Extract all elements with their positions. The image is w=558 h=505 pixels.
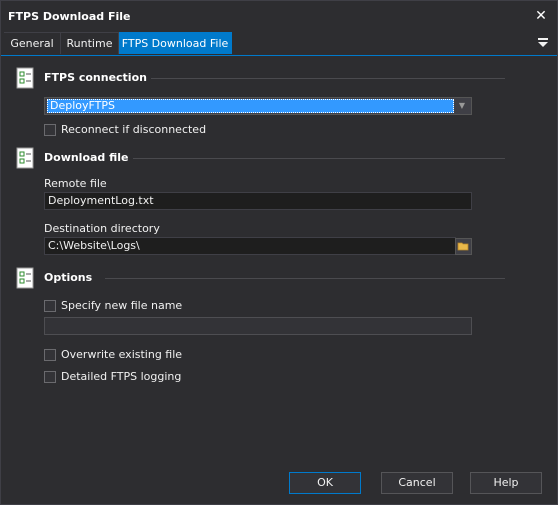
remote-file-label: Remote file bbox=[44, 177, 107, 190]
overwrite-checkbox[interactable] bbox=[44, 349, 56, 361]
section-divider bbox=[133, 158, 505, 159]
tab-bar: General Runtime FTPS Download File bbox=[1, 31, 557, 56]
chevron-down-icon[interactable]: ▼ bbox=[456, 100, 468, 112]
specify-new-name-checkbox[interactable] bbox=[44, 300, 56, 312]
ok-button[interactable]: OK bbox=[289, 472, 361, 494]
title-bar[interactable]: FTPS Download File ✕ bbox=[1, 1, 557, 31]
dialog-window: FTPS Download File ✕ General Runtime FTP… bbox=[0, 0, 558, 505]
specify-new-name-checkbox-row[interactable]: Specify new file name bbox=[44, 299, 184, 314]
hamburger-dropdown-icon bbox=[538, 38, 548, 47]
section-title-ftps-connection: FTPS connection bbox=[44, 71, 147, 84]
section-divider bbox=[105, 278, 505, 279]
cancel-button[interactable]: Cancel bbox=[381, 472, 453, 494]
folder-icon bbox=[457, 242, 469, 251]
specify-new-name-label: Specify new file name bbox=[61, 299, 183, 312]
detailed-logging-checkbox[interactable] bbox=[44, 371, 56, 383]
reconnect-checkbox[interactable] bbox=[44, 124, 56, 136]
tab-runtime[interactable]: Runtime bbox=[61, 32, 119, 54]
detailed-logging-checkbox-row[interactable]: Detailed FTPS logging bbox=[44, 370, 184, 385]
section-title-options: Options bbox=[44, 271, 93, 284]
destination-directory-label: Destination directory bbox=[44, 222, 160, 235]
section-title-download-file: Download file bbox=[44, 151, 129, 164]
detailed-logging-label: Detailed FTPS logging bbox=[61, 370, 182, 383]
tab-menu-button[interactable] bbox=[537, 35, 549, 49]
overwrite-label: Overwrite existing file bbox=[61, 348, 183, 361]
checklist-icon bbox=[16, 267, 36, 291]
help-button[interactable]: Help bbox=[470, 472, 542, 494]
tab-general[interactable]: General bbox=[4, 32, 61, 54]
remote-file-input[interactable]: DeploymentLog.txt bbox=[44, 192, 472, 210]
close-icon: ✕ bbox=[535, 8, 547, 24]
tab-ftps-download-file[interactable]: FTPS Download File bbox=[119, 32, 232, 54]
overwrite-checkbox-row[interactable]: Overwrite existing file bbox=[44, 348, 184, 363]
checklist-icon bbox=[16, 147, 36, 171]
checklist-icon bbox=[16, 67, 36, 91]
window-title: FTPS Download File bbox=[8, 10, 131, 23]
new-file-name-input[interactable] bbox=[44, 317, 472, 335]
connection-dropdown-value: DeployFTPS bbox=[47, 99, 454, 113]
reconnect-checkbox-row[interactable]: Reconnect if disconnected bbox=[44, 123, 207, 138]
reconnect-label: Reconnect if disconnected bbox=[61, 123, 207, 136]
close-button[interactable]: ✕ bbox=[533, 8, 549, 24]
connection-dropdown[interactable]: DeployFTPS ▼ bbox=[44, 97, 472, 115]
section-divider bbox=[151, 78, 505, 79]
browse-folder-button[interactable] bbox=[455, 238, 472, 255]
destination-directory-input[interactable]: C:\Website\Logs\ bbox=[44, 237, 456, 255]
